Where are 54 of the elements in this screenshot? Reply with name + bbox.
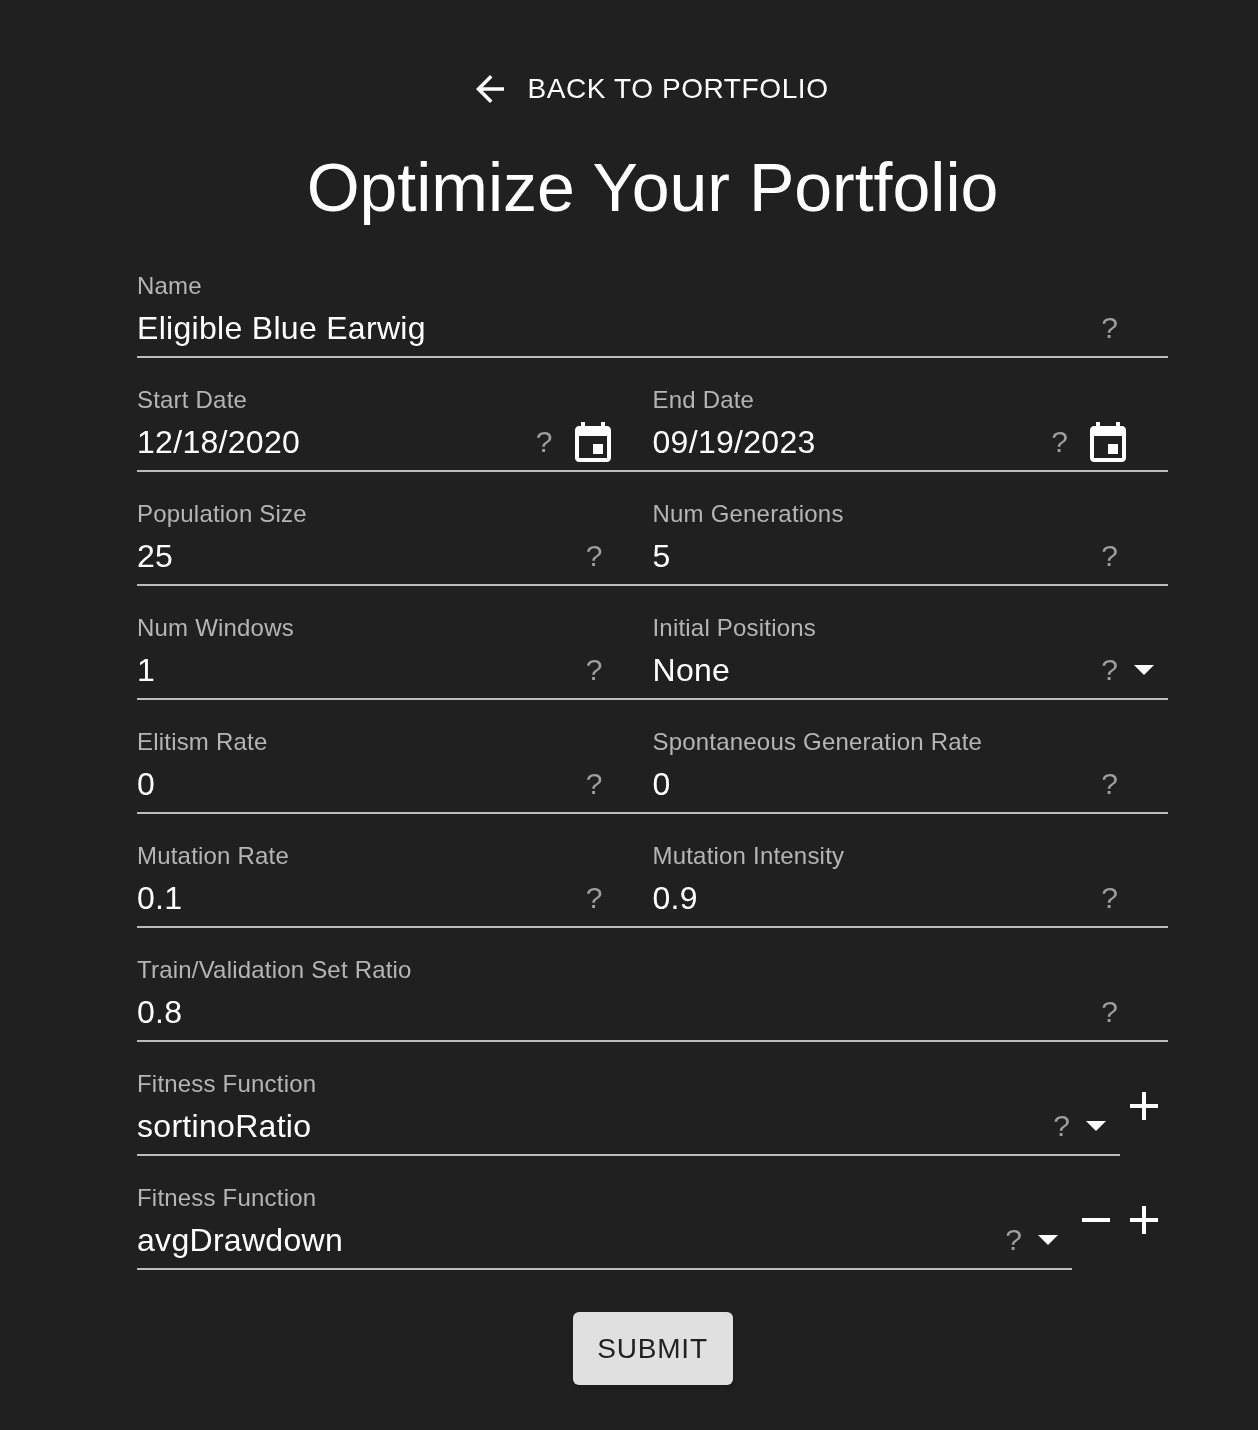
field-label: Num Windows — [137, 614, 294, 642]
dropdown-select[interactable]: avgDrawdown ? — [137, 1221, 1072, 1270]
help-mark[interactable]: ? — [1101, 995, 1118, 1029]
page-title: Optimize Your Portfolio — [306, 148, 999, 227]
text-input[interactable]: 25 ? — [137, 537, 653, 586]
field-label: Mutation Rate — [137, 842, 289, 870]
text-input[interactable]: Eligible Blue Earwig ? — [137, 309, 1168, 358]
help-mark[interactable]: ? — [1101, 539, 1118, 573]
text-input[interactable]: 1 ? — [137, 651, 653, 700]
help-mark[interactable]: ? — [585, 539, 603, 573]
field-label: Population Size — [137, 500, 307, 528]
help-mark[interactable]: ? — [1101, 767, 1118, 801]
help-mark[interactable]: ? — [1101, 653, 1118, 687]
field-label: Initial Positions — [652, 614, 816, 642]
text-input[interactable]: 0.9 ? — [652, 879, 1168, 928]
minus-icon — [1082, 1218, 1110, 1222]
caret-icon[interactable] — [1086, 1121, 1106, 1131]
text-input[interactable]: 0.8 ? — [137, 993, 1168, 1042]
field-label: End Date — [652, 386, 755, 414]
field-label: Mutation Intensity — [652, 842, 845, 870]
help-mark[interactable]: ? — [585, 767, 603, 801]
field-label: Elitism Rate — [137, 728, 268, 756]
back-link[interactable]: BACK TO PORTFOLIO — [476, 69, 829, 109]
help-mark[interactable]: ? — [1051, 425, 1068, 459]
help-mark[interactable]: ? — [535, 425, 553, 459]
dropdown-select[interactable]: sortinoRatio ? — [137, 1107, 1120, 1156]
text-input[interactable]: 5 ? — [652, 537, 1168, 586]
help-mark[interactable]: ? — [1101, 881, 1118, 915]
text-input[interactable]: 0.1 ? — [137, 879, 653, 928]
help-mark[interactable]: ? — [585, 881, 603, 915]
text-input[interactable]: 0 ? — [137, 765, 653, 814]
help-mark[interactable]: ? — [585, 653, 603, 687]
help-mark[interactable]: ? — [1005, 1223, 1022, 1257]
date-input[interactable]: 09/19/2023 ? — [652, 423, 1168, 472]
submit-button[interactable]: SUBMIT — [572, 1312, 733, 1385]
caret-icon[interactable] — [1038, 1235, 1058, 1245]
field-label: Start Date — [137, 386, 248, 414]
field-label: Fitness Function — [137, 1070, 317, 1098]
field-label: Num Generations — [652, 500, 844, 528]
field-label: Train/Validation Set Ratio — [137, 956, 412, 984]
calendar-icon[interactable] — [574, 422, 611, 462]
field-label: Spontaneous Generation Rate — [652, 728, 983, 756]
back-arrow-icon — [476, 75, 505, 103]
dropdown-select[interactable]: None ? — [652, 651, 1168, 700]
plus-icon — [1130, 1092, 1158, 1120]
text-input[interactable]: 0 ? — [652, 765, 1168, 814]
field-label: Name — [137, 272, 202, 300]
plus-icon — [1130, 1206, 1158, 1234]
caret-icon[interactable] — [1134, 665, 1154, 675]
date-input[interactable]: 12/18/2020 ? — [137, 423, 653, 472]
field-label: Fitness Function — [137, 1184, 317, 1212]
help-mark[interactable]: ? — [1101, 311, 1118, 345]
calendar-icon[interactable] — [1090, 422, 1126, 462]
help-mark[interactable]: ? — [1053, 1109, 1070, 1143]
